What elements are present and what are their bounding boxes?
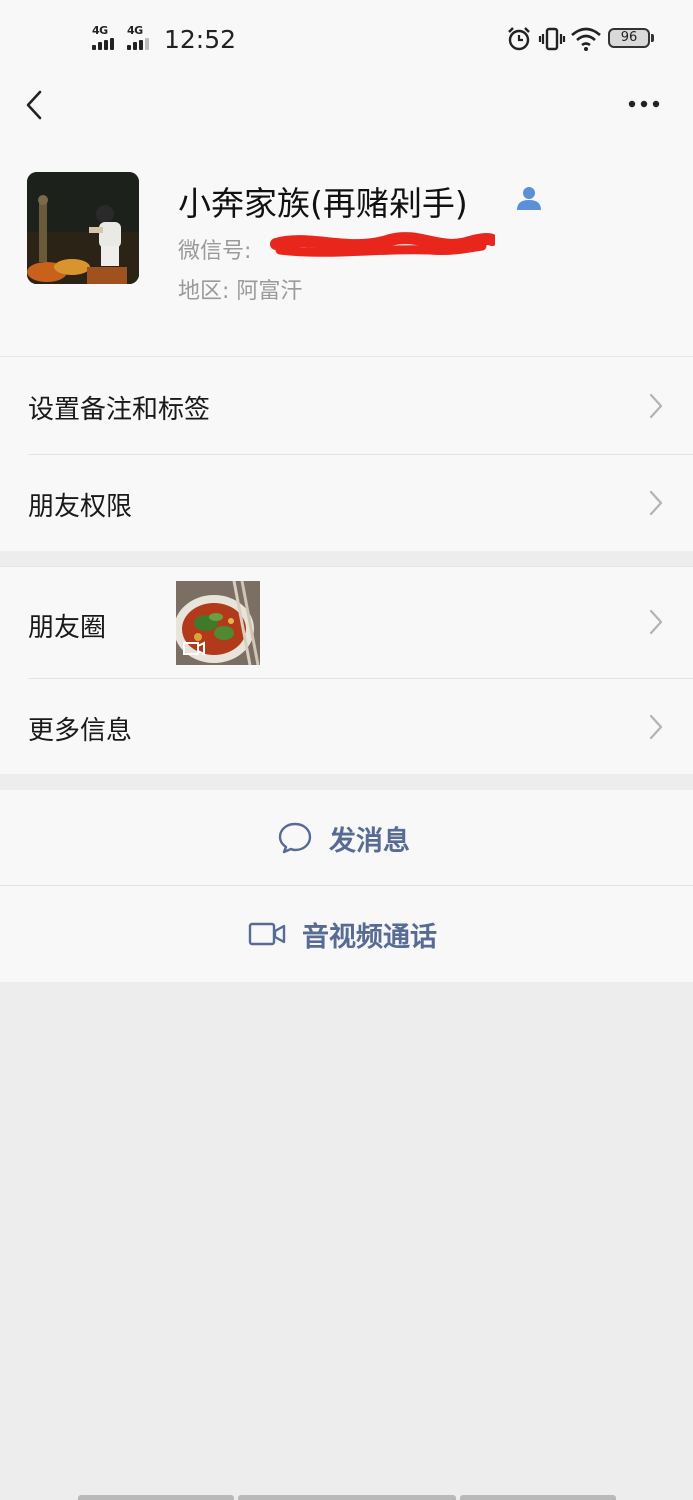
status-bar: 4G 4G 12:52 96 (0, 0, 693, 80)
contact-profile-page: 4G 4G 12:52 96 小奔家族(再赌剁手) 微信号: 地区: 阿富汗 设… (0, 0, 693, 1500)
chevron-right-icon (649, 393, 663, 419)
avatar-photo (27, 172, 139, 284)
menu-item-label: 设置备注和标签 (28, 395, 211, 425)
more-button[interactable] (624, 94, 664, 114)
network-type-label: 4G (92, 24, 108, 37)
cellular-signal-1-icon: 4G (92, 24, 122, 50)
cellular-signal-2-icon: 4G (127, 24, 157, 50)
alarm-icon (508, 27, 530, 51)
menu-item-label: 朋友权限 (28, 492, 133, 522)
status-time: 12:52 (164, 25, 237, 54)
contact-name: 小奔家族(再赌剁手) (178, 184, 468, 223)
wechat-id-label: 微信号: (178, 239, 252, 264)
region-info: 地区: 阿富汗 (178, 273, 302, 305)
moments-thumbnail[interactable] (176, 581, 260, 665)
menu-item-label: 朋友圈 (28, 613, 107, 643)
menu-item-label: 更多信息 (28, 716, 133, 746)
video-camera-icon (248, 922, 286, 946)
battery-level: 96 (620, 30, 638, 45)
vibrate-icon (538, 27, 566, 51)
video-call-label: 音视频通话 (302, 921, 437, 953)
wifi-icon (571, 27, 601, 51)
gesture-bar[interactable] (460, 1495, 616, 1500)
moments-photo (176, 581, 260, 665)
send-message-label: 发消息 (329, 825, 410, 857)
menu-item-remark-tags[interactable]: 设置备注和标签 (0, 357, 693, 454)
video-call-button[interactable]: 音视频通话 (0, 886, 693, 982)
chat-bubble-icon (278, 822, 312, 854)
menu-group-settings: 设置备注和标签 朋友权限 (0, 356, 693, 551)
chevron-right-icon (649, 609, 663, 635)
more-dots-icon (628, 100, 660, 108)
chevron-right-icon (649, 490, 663, 516)
avatar[interactable] (27, 172, 139, 284)
region-value: 阿富汗 (236, 279, 303, 304)
send-message-button[interactable]: 发消息 (0, 790, 693, 886)
battery-icon: 96 (608, 28, 654, 48)
profile-card: 小奔家族(再赌剁手) 微信号: 地区: 阿富汗 (0, 130, 693, 356)
menu-group-info: 朋友圈 更多信息 (0, 566, 693, 774)
nav-bar (0, 80, 693, 130)
chevron-right-icon (649, 714, 663, 740)
back-button[interactable] (20, 84, 50, 126)
region-label: 地区: (178, 279, 230, 304)
chevron-left-icon (26, 90, 42, 120)
menu-item-more-info[interactable]: 更多信息 (0, 678, 693, 775)
menu-item-friend-permissions[interactable]: 朋友权限 (0, 454, 693, 551)
menu-item-moments[interactable]: 朋友圈 (0, 567, 693, 678)
gesture-bar[interactable] (238, 1495, 456, 1500)
person-icon (517, 187, 541, 210)
redaction-scribble (270, 232, 495, 257)
gesture-bar[interactable] (78, 1495, 234, 1500)
network-type-label: 4G (127, 24, 143, 37)
